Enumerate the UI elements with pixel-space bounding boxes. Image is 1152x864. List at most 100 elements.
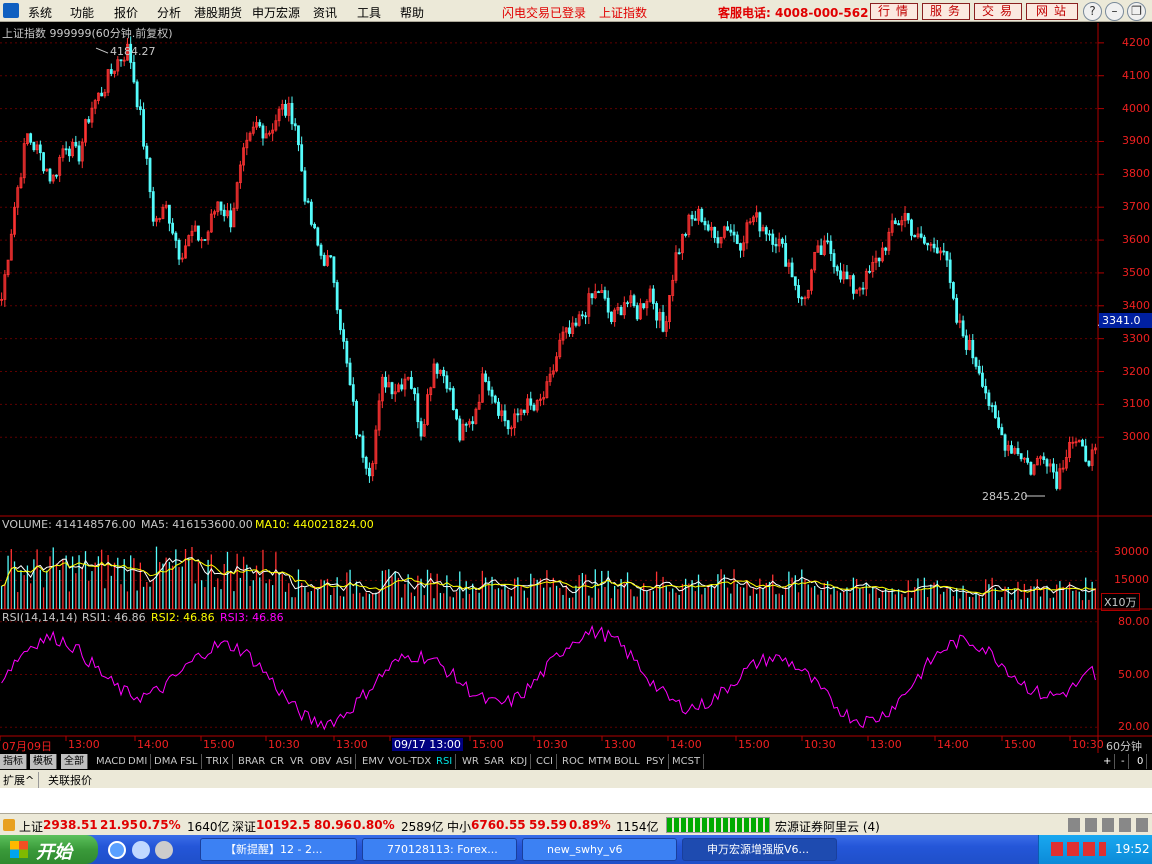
- candle-body: [690, 214, 694, 220]
- candle-body: [610, 311, 613, 322]
- candle-body: [177, 239, 181, 260]
- indicator-fsl[interactable]: FSL: [177, 754, 202, 769]
- candle-body: [203, 239, 207, 241]
- indicator-trix[interactable]: TRIX: [203, 754, 233, 769]
- rsi-tick-label: 80.00: [1118, 614, 1150, 628]
- quicklaunch-app-icon[interactable]: [155, 841, 173, 859]
- indicator-asi[interactable]: ASI: [333, 754, 357, 769]
- zoom-out-button[interactable]: -: [1118, 754, 1129, 769]
- zoom-in-button[interactable]: +: [1100, 754, 1116, 769]
- restore-icon[interactable]: ❐: [1127, 2, 1146, 21]
- task-button-3[interactable]: new_swhy_v6: [522, 838, 677, 861]
- indicator-psy[interactable]: PSY: [643, 754, 669, 769]
- indicator-sar[interactable]: SAR: [481, 754, 509, 769]
- help-icon[interactable]: ?: [1083, 2, 1102, 21]
- menu-hk-futures[interactable]: 港股期货: [194, 4, 242, 21]
- candle-body: [868, 270, 871, 273]
- indicator-mcst[interactable]: MCST: [669, 754, 705, 769]
- tab-indicator[interactable]: 指标: [0, 754, 27, 769]
- menu-tools[interactable]: 工具: [357, 4, 381, 21]
- candle-body: [284, 103, 287, 116]
- time-tick-label: 10:30: [804, 738, 836, 751]
- candle-body: [1016, 448, 1020, 454]
- tab-related-quote[interactable]: 关联报价: [48, 772, 92, 788]
- indicator-wr[interactable]: WR: [459, 754, 483, 769]
- flash-trade-notice[interactable]: 闪电交易已登录: [502, 4, 586, 21]
- candle-body: [435, 363, 439, 374]
- quicklaunch-ie-icon[interactable]: [108, 841, 126, 859]
- indicator-boll[interactable]: BOLL: [611, 754, 644, 769]
- volume-header: VOLUME: 414148576.00: [2, 518, 136, 531]
- candle-body: [910, 219, 913, 236]
- menu-system[interactable]: 系统: [28, 4, 52, 21]
- price-tick-label: 3500: [1122, 265, 1150, 279]
- start-label: 开始: [36, 842, 72, 863]
- indicator-cr[interactable]: CR: [267, 754, 288, 769]
- candle-body: [584, 315, 588, 318]
- candle-body: [464, 423, 468, 426]
- blank-panel: [0, 788, 1152, 813]
- indicator-cci[interactable]: CCI: [533, 754, 557, 769]
- task-button-4[interactable]: 申万宏源增强版V6...: [682, 838, 837, 861]
- task-button-1[interactable]: 【新提醒】12 - 2...: [200, 838, 357, 861]
- website-button[interactable]: 网站: [1026, 3, 1078, 20]
- period-label[interactable]: 60分钟: [1106, 738, 1142, 754]
- candle-body: [800, 297, 804, 300]
- service-button[interactable]: 服务: [922, 3, 970, 20]
- candle-body: [293, 123, 297, 127]
- candle-body: [974, 357, 978, 367]
- candle-body: [364, 456, 368, 469]
- menu-function[interactable]: 功能: [70, 4, 94, 21]
- index-notice[interactable]: 上证指数: [599, 4, 647, 21]
- candle-body: [258, 122, 262, 127]
- trade-button[interactable]: 交易: [974, 3, 1022, 20]
- task-button-2[interactable]: 770128113: Forex...: [362, 838, 517, 861]
- candle-body: [919, 233, 923, 238]
- start-button[interactable]: 开始: [0, 835, 98, 864]
- volume-unit: X10万: [1101, 593, 1140, 611]
- candle-body: [74, 141, 78, 147]
- candle-body: [677, 252, 681, 255]
- candle-body: [306, 200, 310, 203]
- menu-help[interactable]: 帮助: [400, 4, 424, 21]
- indicator-dmi[interactable]: DMI: [125, 754, 152, 769]
- price-tick-label: 3700: [1122, 200, 1150, 214]
- tab-template[interactable]: 模板: [30, 754, 57, 769]
- candle-body: [197, 225, 200, 241]
- candle-body: [1029, 461, 1033, 475]
- candle-body: [1084, 445, 1088, 462]
- market-button[interactable]: 行情: [870, 3, 918, 20]
- time-tick-label: 13:00: [336, 738, 368, 751]
- indicator-rsi[interactable]: RSI: [433, 754, 457, 769]
- quicklaunch-browser-icon[interactable]: [132, 841, 150, 859]
- candle-body: [503, 410, 507, 422]
- menu-swhy[interactable]: 申万宏源: [252, 4, 300, 21]
- indicator-roc[interactable]: ROC: [559, 754, 588, 769]
- tray-mini-icons: [1068, 818, 1148, 832]
- reset-button[interactable]: 0: [1134, 754, 1148, 769]
- indicator-kdj[interactable]: KDJ: [507, 754, 532, 769]
- candle-body: [471, 421, 475, 424]
- time-tick-label: 09/17 13:00: [392, 738, 463, 751]
- menu-analysis[interactable]: 分析: [157, 4, 181, 21]
- menu-quote[interactable]: 报价: [114, 4, 138, 21]
- candle-body: [77, 145, 81, 162]
- indicator-brar[interactable]: BRAR: [235, 754, 270, 769]
- menu-news[interactable]: 资讯: [313, 4, 337, 21]
- indicator-emv[interactable]: EMV: [359, 754, 388, 769]
- minimize-icon[interactable]: –: [1105, 2, 1124, 21]
- time-tick-label: 13:00: [68, 738, 100, 751]
- indicator-vr[interactable]: VR: [287, 754, 308, 769]
- tab-expand[interactable]: 扩展^: [3, 772, 40, 788]
- indicator-vol-tdx[interactable]: VOL-TDX: [385, 754, 436, 769]
- tab-all[interactable]: 全部: [61, 754, 88, 769]
- chart-area[interactable]: 上证指数 999999(60分钟.前复权) 4184.27 2845.20 33…: [0, 23, 1152, 753]
- indicator-obv[interactable]: OBV: [307, 754, 336, 769]
- candle-body: [726, 226, 729, 231]
- candle-body: [739, 243, 742, 251]
- candle-body: [148, 158, 152, 193]
- candle-body: [529, 398, 533, 406]
- status-bar: 上证 2938.51 21.95 0.75% 1640亿 深证 10192.5 …: [0, 813, 1152, 835]
- candle-body: [42, 152, 45, 172]
- candle-body: [487, 381, 491, 391]
